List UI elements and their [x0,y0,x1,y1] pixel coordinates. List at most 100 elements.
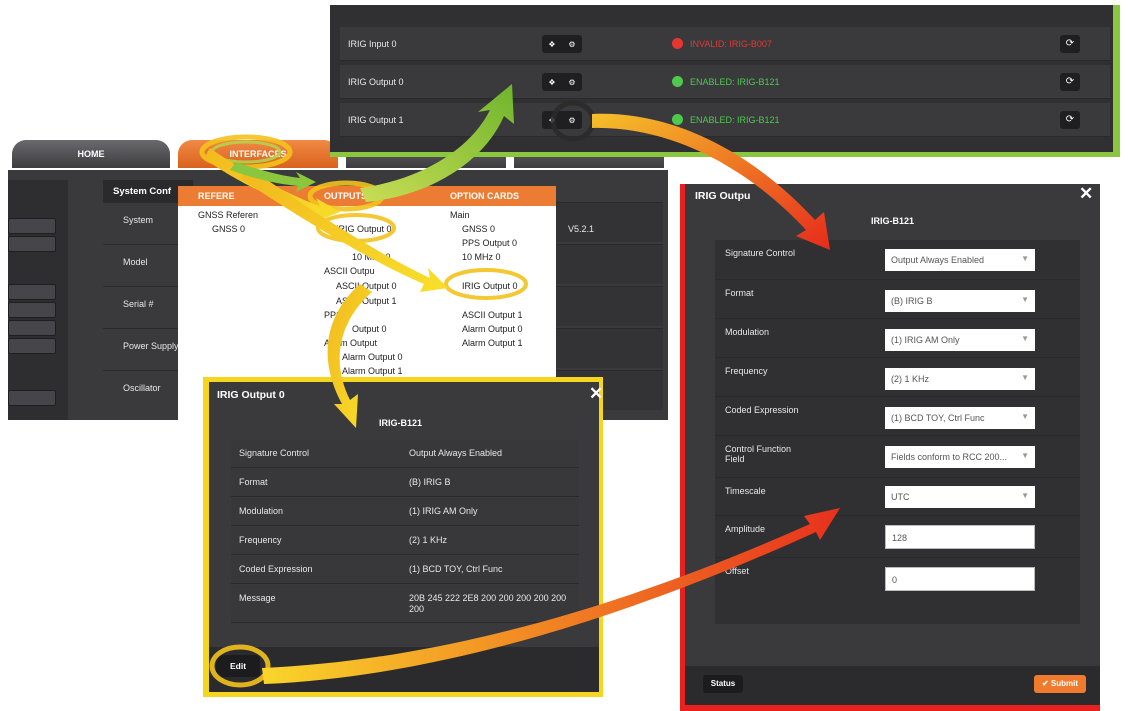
form-row: Control Function Field Fields conform to… [715,436,1080,478]
menu-header-option-cards[interactable]: OPTION CARDS [450,191,519,201]
menu-item[interactable]: GNSS 0 [462,224,495,234]
detail-value: (B) IRIG B [409,477,451,487]
field-label: Signature Control [725,248,796,258]
detail-row: Message 20B 245 222 2E8 200 200 200 200 … [231,585,579,623]
frequency-select[interactable]: (2) 1 KHz ▼ [885,368,1035,390]
select-value: (1) IRIG AM Only [891,335,960,345]
menu-item-irig-output-0[interactable]: IRIG Output 0 [336,224,392,234]
form-row: Offset 0 [715,558,1080,600]
select-value: (B) IRIG B [891,296,933,306]
modal-subtitle: IRIG-B121 [871,216,915,226]
view-modal-frame: IRIG Output 0 ✕ IRIG-B121 Signature Cont… [203,377,603,697]
edit-modal-frame: IRIG Outpu ✕ IRIG-B121 Signature Control… [680,184,1100,711]
close-icon[interactable]: ✕ [1079,184,1093,204]
sidebar-item[interactable] [8,218,56,234]
status-row: IRIG Input 0 ❖ ⚙ INVALID: IRIG-B007 ⟳ [340,27,1110,61]
status-text: ENABLED: IRIG-B121 [690,77,780,87]
menu-item[interactable]: 10 MHz 0 [352,252,391,262]
form-row: Coded Expression (1) BCD TOY, Ctrl Func ▼ [715,397,1080,436]
status-button[interactable]: Status [703,675,743,693]
detail-row: Coded Expression (1) BCD TOY, Ctrl Func [231,556,579,584]
tab-home[interactable]: HOME [12,140,170,168]
detail-label: Format [239,477,268,487]
menu-item[interactable]: Output 0 [352,324,387,334]
submit-button[interactable]: ✔ Submit [1034,675,1086,693]
sidebar-item[interactable] [8,236,56,252]
menu-item[interactable]: GNSS Referen [198,210,258,220]
info-icon[interactable]: ❖ [548,116,555,125]
edit-button[interactable]: Edit [216,655,260,677]
caret-down-icon: ▼ [1021,254,1029,263]
amplitude-input[interactable]: 128 [885,525,1035,549]
modal-subtitle: IRIG-B121 [379,418,423,428]
view-modal: IRIG Output 0 ✕ IRIG-B121 Signature Cont… [209,382,603,670]
field-label: Format [725,288,754,298]
gear-icon[interactable]: ⚙ [568,40,575,49]
detail-value: 20B 245 222 2E8 200 200 200 200 200 200 [409,593,567,614]
info-icon[interactable]: ❖ [548,78,555,87]
close-icon[interactable]: ✕ [589,384,603,404]
field-label: Coded Expression [725,405,799,415]
gear-icon[interactable]: ⚙ [568,78,575,87]
menu-item[interactable]: ASCII Output 1 [336,296,397,306]
field-label: Frequency [725,366,768,376]
status-row: IRIG Output 0 ❖ ⚙ ENABLED: IRIG-B121 ⟳ [340,65,1110,99]
format-select[interactable]: (B) IRIG B ▼ [885,290,1035,312]
system-row-value [553,328,663,368]
sidebar-item[interactable] [8,338,56,354]
info-icon[interactable]: ❖ [548,40,555,49]
offset-input[interactable]: 0 [885,567,1035,591]
select-value: Fields conform to RCC 200... [891,452,1008,462]
form-row: Amplitude 128 [715,516,1080,558]
sidebar-item[interactable] [8,390,56,406]
refresh-icon[interactable]: ⟳ [1060,111,1080,129]
menu-item[interactable]: ASCII Output 1 [462,310,523,320]
modal-footer [209,647,599,692]
menu-item[interactable]: Main [450,210,470,220]
menu-header-outputs[interactable]: OUTPUTS [324,191,367,201]
caret-down-icon: ▼ [1021,491,1029,500]
menu-item[interactable]: GNSS 0 [212,224,245,234]
status-text: INVALID: IRIG-B007 [690,39,772,49]
menu-item[interactable]: ASCII Outpu [324,266,375,276]
menu-item[interactable]: ASCII Output 0 [336,281,397,291]
caret-down-icon: ▼ [1021,334,1029,343]
row-action-buttons: ❖ ⚙ [542,111,582,129]
refresh-icon[interactable]: ⟳ [1060,73,1080,91]
menu-item[interactable]: Alarm Output 1 [342,366,403,376]
sidebar [8,180,68,420]
system-row-value [553,202,663,242]
menu-item[interactable]: Alarm Output 0 [342,352,403,362]
control-function-field-select[interactable]: Fields conform to RCC 200... ▼ [885,446,1035,468]
menu-item[interactable]: Alarm Output 0 [462,324,523,334]
refresh-icon[interactable]: ⟳ [1060,35,1080,53]
menu-item-irig-output-0-option[interactable]: IRIG Output 0 [462,281,518,291]
status-led [672,114,683,125]
status-row-name: IRIG Input 0 [348,39,397,49]
coded-expression-select[interactable]: (1) BCD TOY, Ctrl Func ▼ [885,407,1035,429]
edit-modal: IRIG Outpu ✕ IRIG-B121 Signature Control… [685,184,1100,705]
sidebar-item[interactable] [8,320,56,336]
signature-control-select[interactable]: Output Always Enabled ▼ [885,249,1035,271]
caret-down-icon: ▼ [1021,295,1029,304]
timescale-select[interactable]: UTC ▼ [885,486,1035,508]
sidebar-item[interactable] [8,302,56,318]
menu-item[interactable]: Alarm Output [324,338,377,348]
field-label: Modulation [725,327,770,337]
form-row: Timescale UTC ▼ [715,478,1080,516]
gear-icon[interactable]: ⚙ [568,116,575,125]
menu-header-references[interactable]: REFERE [198,191,235,201]
menu-item[interactable]: PPS [324,310,342,320]
menu-item[interactable]: PPS Output 0 [462,238,517,248]
tab-interfaces[interactable]: INTERFACES [178,140,338,168]
field-label: Control Function Field [725,444,792,464]
menu-item[interactable]: Alarm Output 1 [462,338,523,348]
sidebar-item[interactable] [8,284,56,300]
caret-down-icon: ▼ [1021,373,1029,382]
detail-row: Format (B) IRIG B [231,469,579,497]
modulation-select[interactable]: (1) IRIG AM Only ▼ [885,329,1035,351]
detail-value: (2) 1 KHz [409,535,448,545]
detail-label: Coded Expression [239,564,313,574]
menu-item[interactable]: 10 MHz 0 [462,252,501,262]
caret-down-icon: ▼ [1021,412,1029,421]
